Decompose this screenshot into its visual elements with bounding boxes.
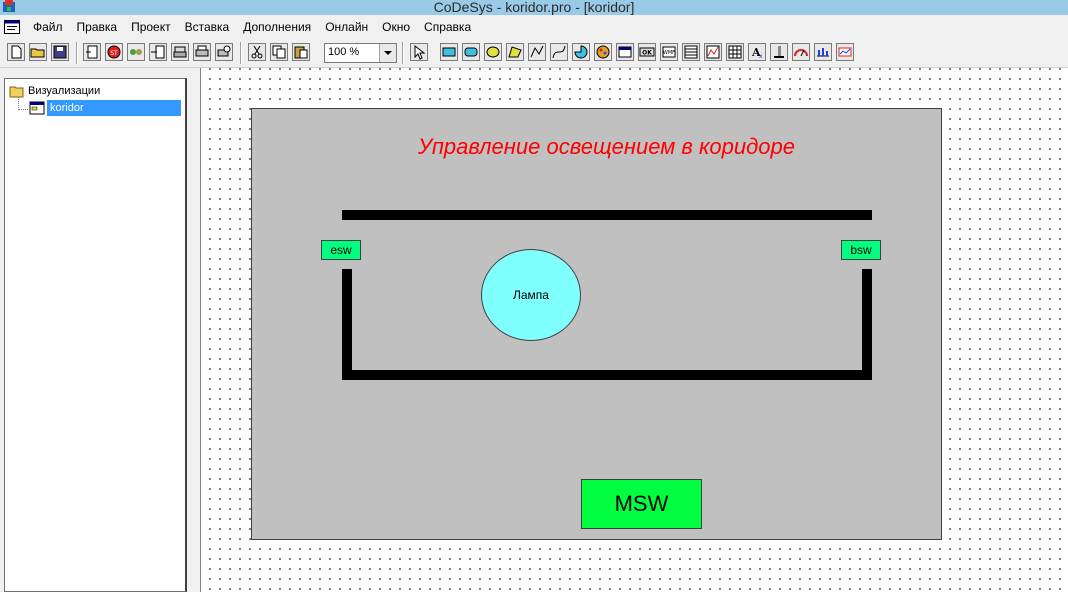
toolbar-separator (240, 42, 242, 64)
visualization-object-icon (29, 101, 45, 115)
grid-table-icon[interactable] (726, 43, 744, 61)
visualization-heading[interactable]: Управление освещением в коридоре (252, 134, 941, 160)
polyline-icon[interactable] (528, 43, 546, 61)
toolbar: ST 100 % OK WMF A x (0, 39, 1068, 68)
new-file-icon[interactable] (7, 43, 25, 61)
corridor-wall-right[interactable] (862, 269, 872, 380)
svg-text:x: x (759, 53, 763, 60)
wmf-label: WMF (663, 50, 675, 56)
menu-window[interactable]: Окно (375, 17, 417, 37)
pie-icon[interactable] (572, 43, 590, 61)
window-title: CoDeSys - koridor.pro - [koridor] (433, 0, 635, 15)
bar-display-icon[interactable] (814, 43, 832, 61)
button-element-icon[interactable]: OK (638, 43, 656, 61)
menu-file[interactable]: Файл (26, 17, 70, 37)
visualization-icon[interactable] (616, 43, 634, 61)
run-icon[interactable] (171, 43, 189, 61)
compile-icon[interactable] (83, 43, 101, 61)
chevron-down-icon[interactable] (379, 44, 396, 62)
select-pointer-icon[interactable] (410, 43, 428, 61)
menu-extras[interactable]: Дополнения (236, 17, 318, 37)
ellipse-icon[interactable] (484, 43, 502, 61)
wmf-file-icon[interactable]: WMF (660, 43, 678, 61)
corridor-wall-top[interactable] (342, 210, 872, 220)
esw-switch[interactable]: esw (321, 240, 361, 260)
paste-icon[interactable] (292, 43, 310, 61)
curve-icon[interactable] (550, 43, 568, 61)
histogram-icon[interactable] (836, 43, 854, 61)
bitmap-icon[interactable] (594, 43, 612, 61)
corridor-wall-bottom[interactable] (342, 370, 872, 380)
menu-edit[interactable]: Правка (70, 17, 125, 37)
object-tree-pane: Визуализации koridor (4, 78, 187, 592)
title-bar: CoDeSys - koridor.pro - [koridor] (0, 0, 1068, 15)
toolbar-separator (402, 42, 404, 64)
bsw-switch[interactable]: bsw (841, 240, 881, 260)
visualization-editor-canvas[interactable]: Управление освещением в коридоре esw bsw… (201, 68, 1068, 592)
logout-icon[interactable] (149, 43, 167, 61)
zoom-select[interactable]: 100 % (324, 43, 397, 63)
polygon-icon[interactable] (506, 43, 524, 61)
lamp-label: Лампа (513, 288, 549, 302)
ok-label: OK (642, 50, 652, 57)
corridor-wall-left[interactable] (342, 269, 352, 380)
tree-item-label: Визуализации (28, 85, 101, 97)
print-icon[interactable] (193, 43, 211, 61)
visualization-background-panel[interactable]: Управление освещением в коридоре esw bsw… (251, 108, 942, 540)
document-window-icon[interactable] (4, 20, 20, 34)
text-format-icon[interactable]: Ax (748, 43, 766, 61)
menu-project[interactable]: Проект (124, 17, 178, 37)
menu-online[interactable]: Онлайн (318, 17, 375, 37)
cut-icon[interactable] (248, 43, 266, 61)
msw-label: MSW (614, 491, 669, 516)
trend-icon[interactable] (704, 43, 722, 61)
svg-text:ST: ST (110, 50, 118, 57)
lamp-element[interactable]: Лампа (481, 249, 581, 341)
meter-icon[interactable] (792, 43, 810, 61)
copy-icon[interactable] (270, 43, 288, 61)
scrollbar-element-icon[interactable] (770, 43, 788, 61)
login-icon[interactable] (127, 43, 145, 61)
tree-connector (18, 109, 28, 110)
table-icon[interactable] (682, 43, 700, 61)
msw-switch[interactable]: MSW (581, 479, 702, 529)
menu-help[interactable]: Справка (417, 17, 478, 37)
toolbar-separator (76, 42, 78, 64)
folder-open-icon (9, 86, 24, 97)
save-icon[interactable] (51, 43, 69, 61)
tree-item-label: koridor (47, 100, 181, 116)
tree-item-visualizations[interactable]: Визуализации (9, 84, 100, 98)
menu-insert[interactable]: Вставка (178, 17, 237, 37)
pane-splitter[interactable] (188, 68, 201, 592)
open-folder-icon[interactable] (29, 43, 47, 61)
print-preview-icon[interactable] (215, 43, 233, 61)
menu-bar: Файл Правка Проект Вставка Дополнения Он… (0, 16, 1068, 38)
rounded-rectangle-icon[interactable] (462, 43, 480, 61)
tree-item-koridor[interactable]: koridor (29, 100, 181, 116)
stop-icon[interactable]: ST (105, 43, 123, 61)
zoom-value: 100 % (328, 46, 360, 58)
rectangle-icon[interactable] (440, 43, 458, 61)
